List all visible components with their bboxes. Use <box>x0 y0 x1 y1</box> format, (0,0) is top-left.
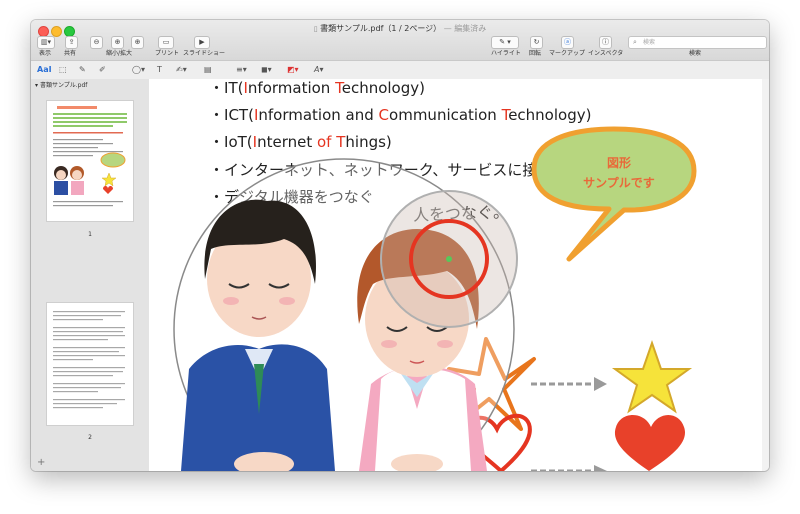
illustration-layer <box>173 126 697 471</box>
inspector-button[interactable]: ⓘ <box>599 36 612 49</box>
view-label: 表示 <box>39 50 52 57</box>
preview-window: ▯ 書類サンプル.pdf（1 / 2ページ） — 編集済み ▥▾ ⇪ ⊖ ⊕ ⊕… <box>31 20 769 471</box>
zoom-fit-icon: ⊕ <box>134 38 141 46</box>
document-filename: 書類サンプル.pdf（1 / 2ページ） <box>320 24 442 33</box>
zoom-out-button[interactable]: ⊖ <box>90 36 103 49</box>
sidebar-header: ▾ 書類サンプル.pdf <box>35 82 87 90</box>
bubble-text: 図形 サンプルです <box>554 153 684 193</box>
bubble-line-1: 図形 <box>606 156 631 170</box>
window-title: ▯ 書類サンプル.pdf（1 / 2ページ） — 編集済み <box>31 23 769 35</box>
signature-tool[interactable]: ✍▾ <box>176 64 187 75</box>
page-thumbnail-1[interactable] <box>47 101 133 221</box>
vertical-scrollbar[interactable] <box>762 79 769 471</box>
draw-tool[interactable]: ✐ <box>99 64 106 75</box>
search-placeholder: 検索 <box>643 39 656 46</box>
border-color-tool[interactable]: ◼▾ <box>261 64 272 75</box>
page-number-2: 2 <box>88 434 92 441</box>
search-label: 検索 <box>689 50 702 57</box>
inspector-label: インスペクタ <box>588 50 624 57</box>
markup-pen-icon: ⓐ <box>564 38 571 46</box>
line-style-tool[interactable]: ≡▾ <box>236 64 247 75</box>
title-bar: ▯ 書類サンプル.pdf（1 / 2ページ） — 編集済み ▥▾ ⇪ ⊖ ⊕ ⊕… <box>31 20 769 60</box>
disclosure-triangle-icon[interactable]: ▾ <box>35 82 38 89</box>
markup-label: マークアップ <box>549 50 586 57</box>
zoom-label: 縮小/拡大 <box>106 50 133 57</box>
pdf-file-icon: ▯ <box>313 25 318 33</box>
share-button[interactable]: ⇪ <box>65 36 78 49</box>
text-selection-tool[interactable]: AaI <box>37 64 52 75</box>
page-thumbnail-2[interactable] <box>47 303 133 425</box>
print-label: プリント <box>155 50 180 57</box>
sidebar-view-icon: ▥▾ <box>40 38 52 46</box>
loupe-center-dot <box>446 256 452 262</box>
note-tool[interactable]: ▤ <box>204 64 212 75</box>
share-icon: ⇪ <box>68 38 75 46</box>
speech-bubble <box>531 126 697 262</box>
text-style-tool[interactable]: A▾ <box>314 64 324 75</box>
zoom-fit-button[interactable]: ⊕ <box>131 36 144 49</box>
slideshow-button[interactable]: ▶ <box>194 36 210 49</box>
info-icon: ⓘ <box>602 38 609 46</box>
view-button[interactable]: ▥▾ <box>37 36 55 49</box>
zoom-in-button[interactable]: ⊕ <box>111 36 124 49</box>
highlight-label: ハイライト <box>491 50 521 57</box>
zoom-out-icon: ⊖ <box>93 38 100 46</box>
share-label: 共有 <box>64 50 77 57</box>
arrow-head-2 <box>594 465 607 471</box>
thumbnail-sidebar: ▾ 書類サンプル.pdf 1 2 + <box>31 79 150 471</box>
highlight-button[interactable]: ✎ ▾ <box>491 36 519 49</box>
markup-button[interactable]: ⓐ <box>561 36 574 49</box>
play-icon: ▶ <box>199 38 205 46</box>
add-page-icon[interactable]: + <box>37 457 45 468</box>
page-1-preview <box>53 106 127 207</box>
yellow-star <box>611 339 693 414</box>
search-icon: ⌕ <box>633 38 637 46</box>
red-heart <box>614 415 686 471</box>
search-field[interactable]: ⌕ 検索 <box>628 36 767 49</box>
rect-selection-tool[interactable]: ⬚ <box>59 64 67 75</box>
slideshow-label: スライドショー <box>183 50 226 57</box>
document-page: ・IT(Information Technology) ・ICT(Informa… <box>149 79 762 471</box>
arrow-head-1 <box>594 377 607 391</box>
rotate-button[interactable]: ↻ <box>530 36 543 49</box>
rotate-label: 回転 <box>529 50 542 57</box>
fill-color-tool[interactable]: ◩▾ <box>287 64 299 75</box>
printer-icon: ▭ <box>162 38 170 46</box>
highlighter-icon: ✎ ▾ <box>499 38 511 46</box>
sketch-tool[interactable]: ✎ <box>79 64 86 75</box>
bubble-line-2: サンプルです <box>583 176 655 190</box>
markup-toolbar: AaI ⬚ ✎ ✐ ◯▾ T ✍▾ ▤ ≡▾ ◼▾ ◩▾ A▾ <box>31 60 769 80</box>
rotate-icon: ↻ <box>533 38 540 46</box>
shapes-tool[interactable]: ◯▾ <box>132 64 145 75</box>
zoom-in-icon: ⊕ <box>114 38 121 46</box>
print-button[interactable]: ▭ <box>158 36 174 49</box>
sidebar-document-name: 書類サンプル.pdf <box>39 82 88 89</box>
edited-status: — 編集済み <box>441 24 487 33</box>
text-box-tool[interactable]: T <box>157 64 162 75</box>
page-number-1: 1 <box>88 231 92 238</box>
page-2-preview <box>53 311 125 409</box>
